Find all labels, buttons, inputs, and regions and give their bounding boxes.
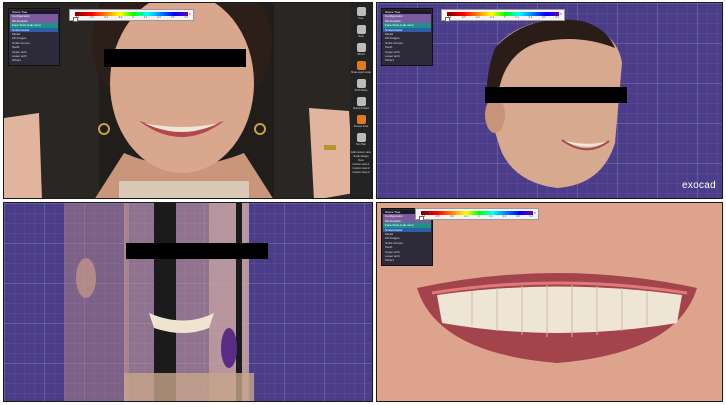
tree-item[interactable]: Others: [383, 58, 431, 62]
face-icon: [356, 115, 366, 124]
scale-tick-label: 0.2: [528, 16, 533, 19]
scale-tick-label: 0: [477, 215, 480, 218]
toolbar-button[interactable]: Show expert mode: [351, 61, 371, 74]
colormap-checkbox[interactable]: [73, 17, 78, 22]
toolbar-button[interactable]: Wizard: [352, 43, 370, 56]
scale-tick-label: -0.1: [463, 215, 469, 218]
right-toolbar[interactable]: Free Tools Wizard Show expert mode Tooth lib…: [350, 3, 372, 198]
library-icon: [356, 79, 366, 88]
scale-tick-label: 0.2: [502, 215, 507, 218]
toolbar-button-label: Wizard: [357, 53, 365, 56]
wrench-icon: [356, 25, 366, 34]
scale-tick-label: -0.3: [435, 215, 440, 218]
scale-tick-label: -0.1: [118, 16, 123, 19]
scene-tree-panel[interactable]: Scene Tree Configuration 3D Analysis Face S…: [8, 8, 60, 66]
scale-tick-label: -0.2: [449, 215, 454, 218]
scale-tick-label: 0.2: [157, 16, 161, 19]
viewport-top-left[interactable]: Scene Tree Configuration 3D Analysis Face S…: [3, 2, 373, 199]
toolbar-button[interactable]: Free: [352, 7, 370, 20]
toolbar-button-label: Show expert mode: [351, 71, 371, 74]
exocad-logo: exocad: [681, 180, 716, 191]
close-icon[interactable]: ×: [560, 11, 562, 16]
tree-item[interactable]: Others: [383, 258, 431, 262]
scale-tick-label: 0.3: [542, 16, 546, 19]
color-scale-bar[interactable]: -0.4-0.3-0.2-0.100.10.20.30.4×: [441, 9, 565, 22]
viewport-bottom-left[interactable]: [3, 202, 373, 402]
toolbar-button[interactable]: Text Help: [352, 133, 370, 146]
close-icon[interactable]: ×: [189, 11, 191, 16]
viewport-bottom-right[interactable]: Scene Tree Configuration 3D Analysis Face S…: [376, 202, 723, 402]
toolbar-button-label: Output Position: [352, 107, 370, 110]
toolbar-button[interactable]: Tooth library: [352, 79, 370, 92]
viewport-top-right[interactable]: Scene Tree Configuration 3D Analysis Face S…: [376, 2, 723, 199]
scale-tick-label: 0.1: [515, 16, 519, 19]
scale-tick-label: 0: [503, 16, 506, 19]
toolbar-button-label: Free: [358, 17, 364, 20]
scale-tick-label: 0.4: [184, 16, 188, 19]
scale-tick-label: 0.1: [489, 215, 493, 218]
wand-icon: [356, 43, 366, 52]
scale-ticks: -0.4-0.3-0.2-0.100.10.20.30.4: [421, 215, 533, 219]
color-scale-bar[interactable]: -0.4-0.3-0.2-0.100.10.20.30.4×: [69, 9, 194, 22]
scale-tick-label: 0.4: [555, 16, 559, 19]
toolbar-button[interactable]: Preview Face: [352, 115, 370, 128]
scale-ticks: -0.4-0.3-0.2-0.100.10.20.30.4: [447, 16, 559, 20]
censor-bar: [104, 49, 246, 67]
scale-ticks: -0.4-0.3-0.2-0.100.10.20.30.4: [75, 16, 188, 20]
tree-item[interactable]: Others: [10, 58, 58, 62]
close-icon[interactable]: ×: [534, 210, 536, 215]
scale-tick-label: 0.3: [170, 16, 175, 19]
scale-tick-label: -0.2: [475, 16, 480, 19]
face-overlay-slices: [64, 203, 254, 401]
scale-tick-label: -0.2: [103, 16, 109, 19]
hand-icon: [356, 7, 366, 16]
scale-tick-label: 0.3: [516, 215, 520, 218]
color-scale-bar[interactable]: -0.4-0.3-0.2-0.100.10.20.30.4×: [415, 208, 539, 221]
toolbar-button[interactable]: Tools: [352, 25, 370, 38]
scale-tick-label: -0.1: [489, 16, 495, 19]
censor-bar: [126, 243, 268, 259]
toolbar-button-label: Tools: [358, 35, 364, 38]
scale-tick-label: 0.1: [143, 16, 148, 19]
censor-bar: [485, 87, 627, 103]
toolbar-text-item[interactable]: Custom view 3: [351, 171, 371, 175]
scale-tick-label: 0: [132, 16, 134, 19]
scene-tree-panel[interactable]: Scene Tree Configuration 3D Analysis Face S…: [381, 8, 433, 66]
scale-tick-label: -0.3: [461, 16, 466, 19]
help-icon: [356, 133, 366, 142]
toolbar-button[interactable]: Output Position: [352, 97, 370, 110]
colormap-checkbox[interactable]: [445, 17, 450, 22]
toolbar-button-label: Preview Face: [353, 125, 369, 128]
scale-tick-label: 0.4: [529, 215, 533, 218]
toolbar-button-label: Text Help: [356, 143, 366, 146]
tooth-icon: [356, 61, 366, 70]
scale-tick-label: -0.3: [89, 16, 94, 19]
position-icon: [356, 97, 366, 106]
toolbar-button-label: Tooth library: [354, 89, 368, 92]
toolbar-text-item[interactable]: Smile Design Rest: [351, 155, 371, 163]
colormap-checkbox[interactable]: [419, 216, 424, 221]
